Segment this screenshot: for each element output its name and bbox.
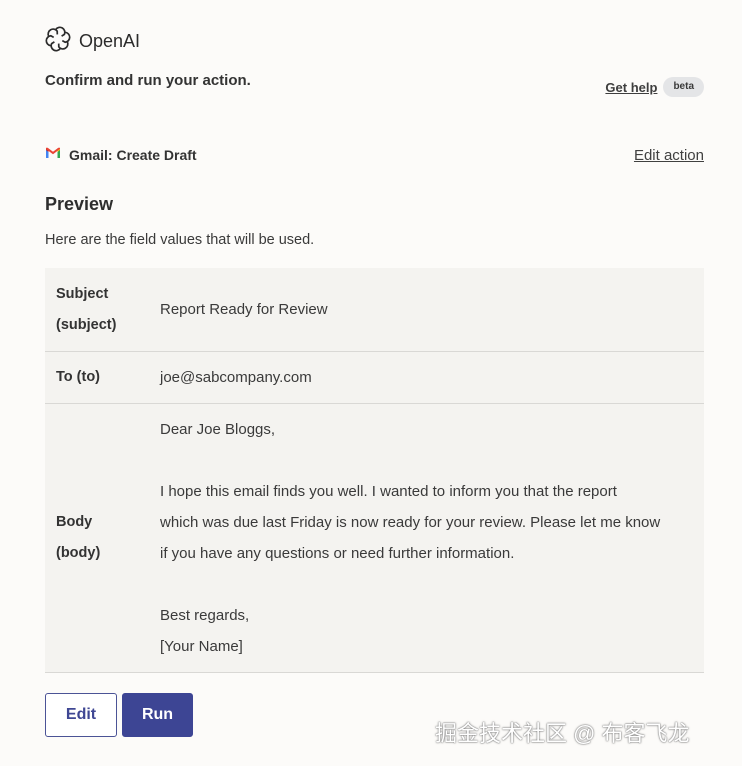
action-info: Gmail: Create Draft — [45, 146, 634, 164]
watermark-text: 掘金技术社区 @ 布客飞龙 — [435, 721, 690, 746]
body-line: which was due last Friday is now ready f… — [160, 514, 661, 531]
openai-logo-icon — [45, 26, 71, 57]
body-line: Best regards, — [160, 607, 250, 624]
action-title: Gmail: Create Draft — [69, 147, 197, 163]
field-label-to: To (to) — [56, 369, 101, 385]
preview-description: Here are the field values that will be u… — [45, 232, 315, 248]
field-value-body: Dear Joe Bloggs, I hope this email finds… — [160, 414, 704, 662]
body-line: if you have any questions or need furthe… — [160, 545, 515, 562]
field-label-line: (subject) — [56, 316, 117, 333]
body-line: [Your Name] — [160, 638, 243, 655]
field-label-line: Body — [56, 514, 93, 530]
field-label-line: (body) — [56, 545, 101, 561]
field-values-table: Subject (subject) Report Ready for Revie… — [45, 268, 704, 673]
field-label-line: Subject — [56, 285, 109, 302]
field-value-subject: Report Ready for Review — [160, 301, 328, 318]
brand-name: OpenAI — [79, 30, 141, 51]
body-line — [160, 569, 696, 600]
gmail-icon — [45, 146, 61, 164]
field-label-body: Body (body) — [45, 507, 160, 569]
help-area: Get help beta — [605, 77, 704, 97]
field-label-subject: Subject (subject) — [45, 279, 160, 341]
body-line — [160, 445, 696, 476]
run-button[interactable]: Run — [122, 693, 193, 737]
page-subtitle: Confirm and run your action. — [45, 72, 251, 89]
brand-header: OpenAI — [45, 26, 141, 57]
preview-heading: Preview — [45, 194, 114, 214]
get-help-link[interactable]: Get help — [605, 80, 657, 95]
field-row-to: To (to) joe@sabcompany.com — [45, 352, 704, 404]
field-row-subject: Subject (subject) Report Ready for Revie… — [45, 268, 704, 352]
body-line: I hope this email finds you well. I want… — [160, 483, 617, 500]
field-row-body: Body (body) Dear Joe Bloggs, I hope this… — [45, 404, 704, 673]
edit-action-link[interactable]: Edit action — [634, 147, 704, 164]
action-row: Gmail: Create Draft Edit action — [45, 144, 704, 166]
body-line: Dear Joe Bloggs, — [160, 421, 276, 438]
edit-button[interactable]: Edit — [45, 693, 117, 737]
field-value-to: joe@sabcompany.com — [160, 369, 312, 386]
beta-badge: beta — [663, 77, 704, 97]
